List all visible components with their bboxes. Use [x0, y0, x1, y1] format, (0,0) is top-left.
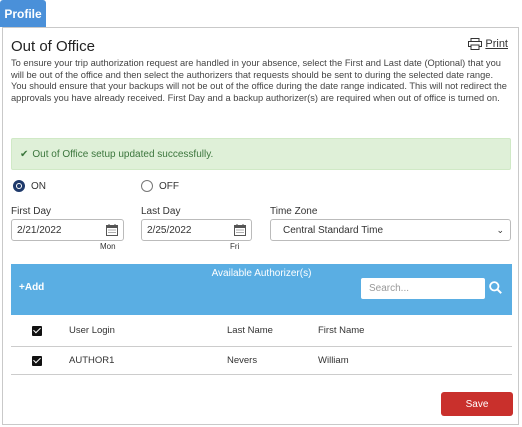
radio-off-label: OFF	[159, 180, 179, 192]
cell-last-name: Nevers	[227, 355, 258, 366]
radio-on-button[interactable]	[13, 180, 25, 192]
out-of-office-panel: Out of Office Print To ensure your trip …	[2, 27, 519, 425]
add-label: Add	[24, 282, 45, 293]
table-row[interactable]: AUTHOR1 Nevers William	[11, 347, 512, 375]
chevron-down-icon: ⌄	[496, 224, 504, 235]
search-icon[interactable]	[489, 281, 502, 294]
time-zone-select[interactable]: Central Standard Time ⌄	[270, 219, 511, 241]
column-user-login: User Login	[69, 325, 115, 336]
alert-message: Out of Office setup updated successfully…	[32, 148, 214, 160]
add-authorizer-button[interactable]: +Add	[19, 282, 44, 293]
radio-off-button[interactable]	[141, 180, 153, 192]
print-link[interactable]: Print	[468, 38, 508, 50]
first-day-value: 2/21/2022	[17, 224, 62, 236]
print-icon	[468, 38, 483, 50]
last-day-label: Last Day	[141, 206, 181, 217]
tab-profile[interactable]: Profile	[0, 0, 46, 27]
last-day-value: 2/25/2022	[147, 224, 192, 236]
description-text: To ensure your trip authorization reques…	[11, 58, 507, 103]
cell-user-login: AUTHOR1	[69, 355, 115, 366]
print-label: Print	[485, 38, 508, 50]
save-button[interactable]: Save	[441, 392, 513, 416]
cell-first-name: William	[318, 355, 349, 366]
authorizers-table: User Login Last Name First Name AUTHOR1 …	[11, 315, 512, 375]
success-alert: ✔ Out of Office setup updated successful…	[11, 138, 511, 170]
page-title: Out of Office	[11, 38, 95, 55]
column-first-name: First Name	[318, 325, 365, 336]
row-checkbox[interactable]	[32, 355, 42, 366]
last-day-input[interactable]: 2/25/2022	[141, 219, 252, 241]
radio-on-label: ON	[31, 180, 46, 192]
authorizers-header: Available Authorizer(s) +Add Search...	[11, 264, 512, 315]
first-day-weekday: Mon	[100, 242, 116, 251]
calendar-icon[interactable]	[106, 224, 118, 236]
first-day-input[interactable]: 2/21/2022	[11, 219, 124, 241]
last-day-weekday: Fri	[230, 242, 240, 251]
checkmark-icon: ✔	[20, 148, 29, 160]
select-all-checkbox[interactable]	[32, 325, 42, 336]
table-header-row: User Login Last Name First Name	[11, 315, 512, 347]
radio-on[interactable]: ON	[13, 180, 46, 192]
time-zone-label: Time Zone	[270, 206, 318, 217]
calendar-icon[interactable]	[234, 224, 246, 236]
first-day-label: First Day	[11, 206, 51, 217]
column-last-name: Last Name	[227, 325, 273, 336]
time-zone-value: Central Standard Time	[283, 224, 384, 236]
radio-off[interactable]: OFF	[141, 180, 179, 192]
search-input[interactable]: Search...	[361, 278, 485, 299]
